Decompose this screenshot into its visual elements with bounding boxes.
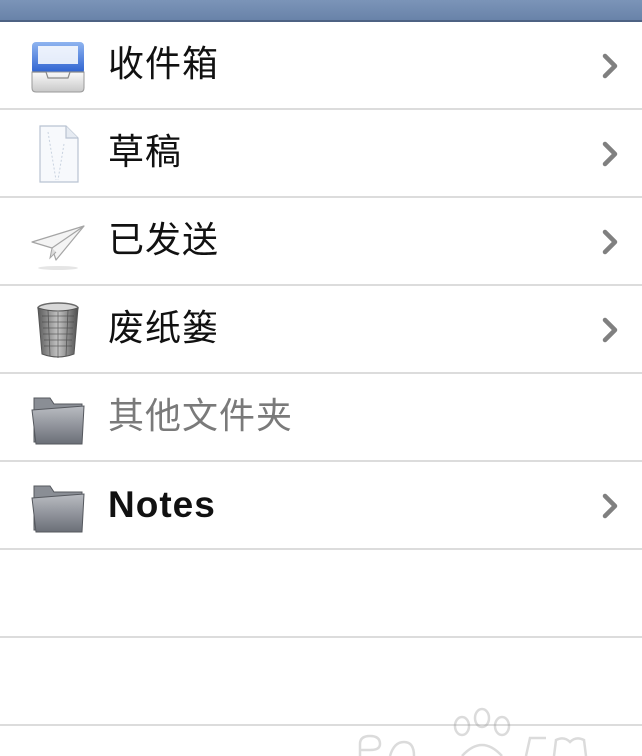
chevron-right-icon (600, 316, 622, 344)
mailbox-row-inbox[interactable]: 收件箱 (0, 22, 642, 110)
mailbox-row-trash[interactable]: 废纸篓 (0, 286, 642, 374)
mailbox-list: 收件箱 草稿 已发送 废纸篓 其他文件夹 Notes (0, 22, 642, 726)
chevron-right-icon (600, 52, 622, 80)
chevron-right-icon (600, 228, 622, 256)
mailbox-label: 其他文件夹 (108, 396, 294, 437)
draft-document-icon (28, 124, 88, 184)
paper-plane-icon (28, 212, 88, 272)
folder-icon (28, 388, 88, 448)
empty-list-row (0, 550, 642, 638)
trash-can-icon (28, 300, 88, 360)
mailbox-row-other-folders[interactable]: 其他文件夹 (0, 374, 642, 462)
navigation-bar (0, 0, 642, 22)
mailbox-row-notes[interactable]: Notes (0, 462, 642, 550)
mailbox-label: 已发送 (108, 220, 220, 261)
mailbox-label: 草稿 (108, 132, 183, 173)
mailbox-row-drafts[interactable]: 草稿 (0, 110, 642, 198)
mailbox-label: 废纸篓 (108, 308, 220, 349)
mailbox-label: Notes (108, 484, 216, 525)
folder-icon (28, 476, 88, 536)
mailbox-label: 收件箱 (108, 44, 220, 85)
inbox-tray-icon (28, 36, 88, 96)
mailbox-row-sent[interactable]: 已发送 (0, 198, 642, 286)
chevron-right-icon (600, 140, 622, 168)
paw-watermark-icon (350, 700, 610, 756)
chevron-right-icon (600, 492, 622, 520)
